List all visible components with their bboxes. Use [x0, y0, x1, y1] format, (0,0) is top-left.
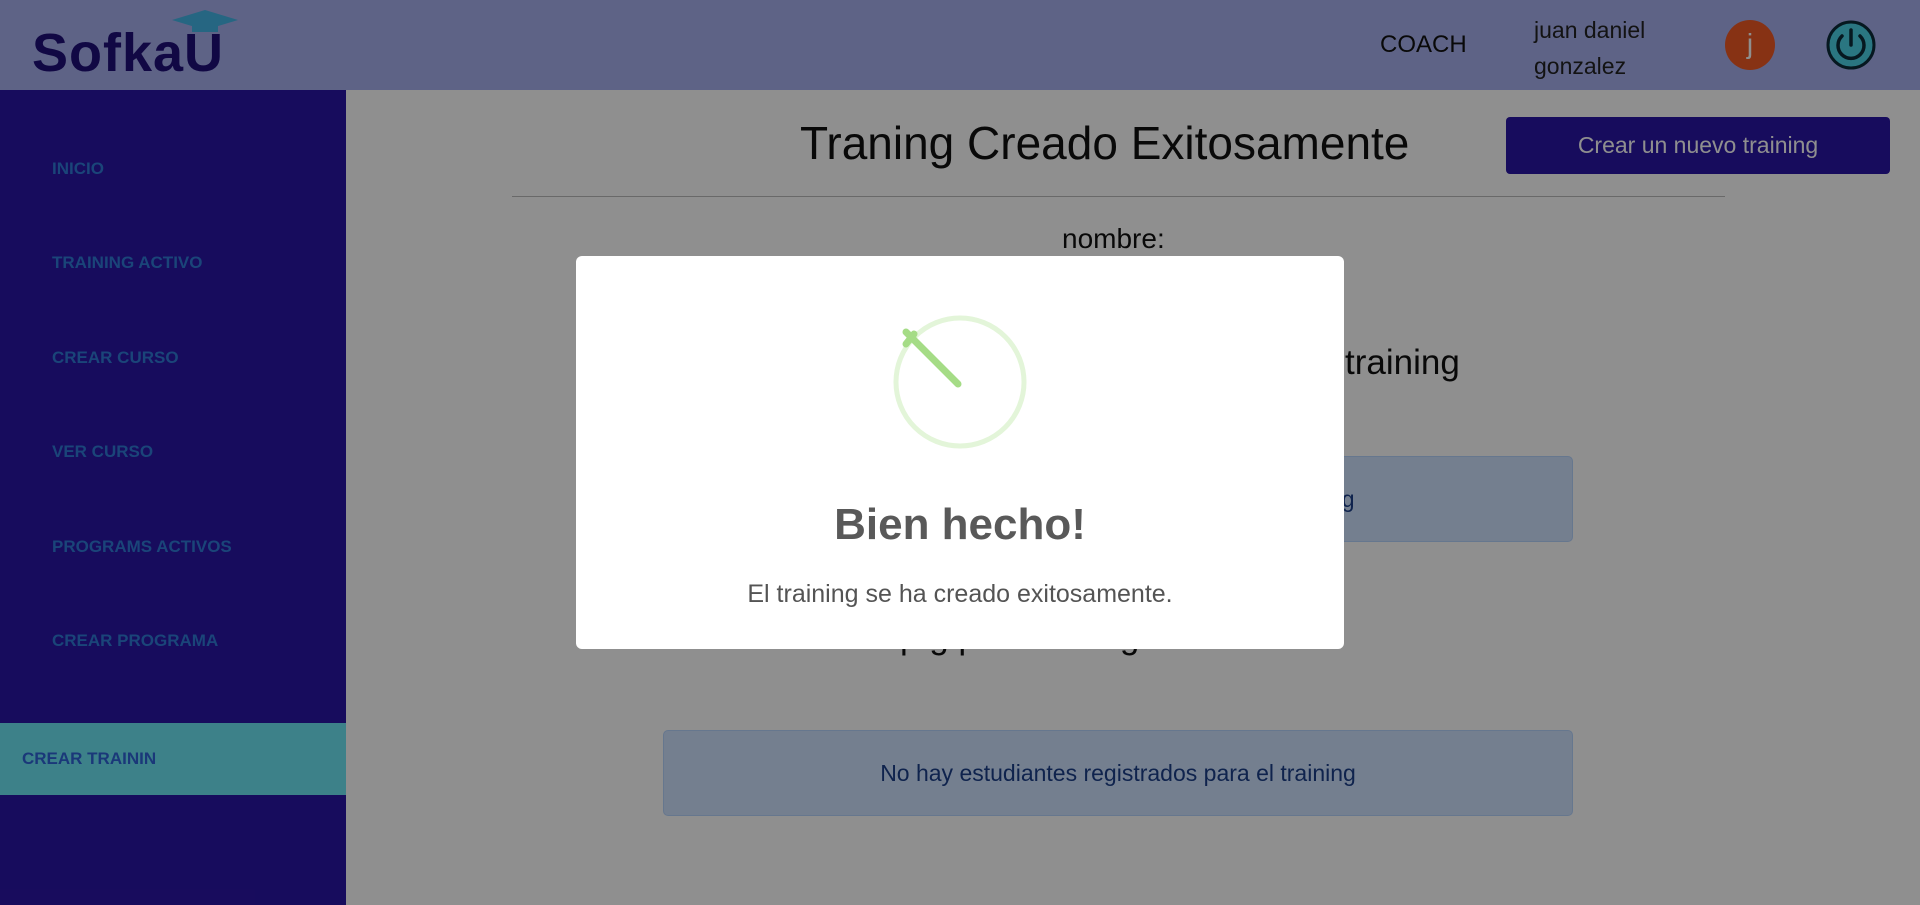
modal-message: El training se ha creado exitosamente.	[747, 580, 1173, 608]
success-modal: Bien hecho! El training se ha creado exi…	[576, 256, 1344, 649]
success-check-icon	[893, 315, 1027, 449]
modal-title: Bien hecho!	[834, 500, 1086, 549]
